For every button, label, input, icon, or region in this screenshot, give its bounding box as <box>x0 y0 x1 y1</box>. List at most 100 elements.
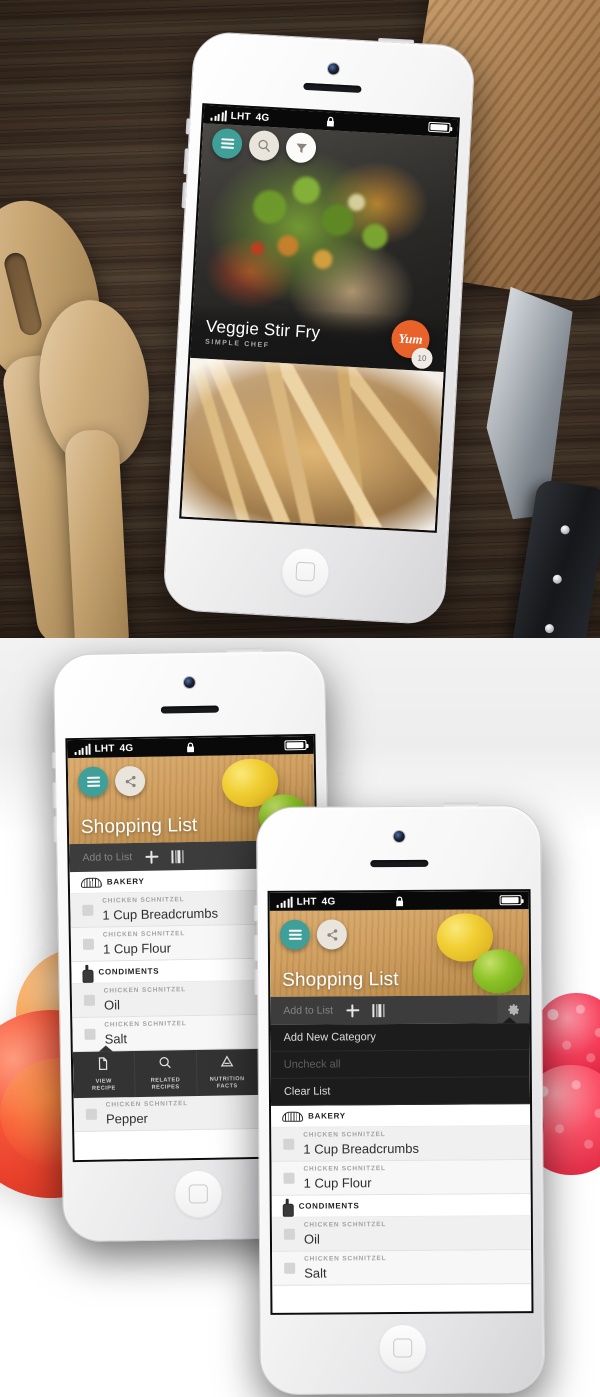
network-label: 4G <box>255 111 270 124</box>
category-label: CONDIMENTS <box>98 966 160 977</box>
item-name: 1 Cup Flour <box>303 1174 372 1191</box>
bottle-icon <box>82 964 91 980</box>
item-name: Pepper <box>105 1110 149 1127</box>
barcode-icon[interactable] <box>371 1003 385 1017</box>
volume-down-button[interactable] <box>254 968 259 996</box>
hamburger-icon <box>86 776 100 788</box>
share-button[interactable] <box>316 919 347 950</box>
item-name: 1 Cup Breadcrumbs <box>303 1140 420 1157</box>
lock-icon <box>326 116 336 127</box>
earpiece-speaker <box>369 859 428 868</box>
category-label: BAKERY <box>106 876 145 887</box>
settings-dropdown-menu: Add New Category Uncheck all Clear List <box>270 1023 531 1106</box>
item-name: Salt <box>304 1265 327 1281</box>
carrier-label: LHT <box>94 742 115 755</box>
mute-switch[interactable] <box>51 752 56 769</box>
item-name: Salt <box>104 1030 128 1047</box>
recipe-toolbar <box>211 127 317 164</box>
menu-item-uncheck-all[interactable]: Uncheck all <box>270 1050 530 1079</box>
add-to-list-input[interactable]: Add to List <box>283 1004 333 1016</box>
recipe-card[interactable] <box>181 357 444 531</box>
item-recipe-label: CHICKEN SCHNITZEL <box>103 986 187 995</box>
action-nutrition-facts[interactable]: NUTRITION FACTS <box>196 1048 259 1096</box>
power-button[interactable] <box>226 647 263 653</box>
list-item[interactable]: CHICKEN SCHNITZEL Salt <box>272 1250 532 1286</box>
action-label-line2: FACTS <box>216 1083 238 1090</box>
funnel-icon <box>296 142 307 153</box>
menu-button[interactable] <box>211 127 243 160</box>
top-hero-scene: LHT 4G Veggie Stir Fry SIMPLE CHEF Yum 1… <box>0 0 600 638</box>
item-checkbox[interactable] <box>82 904 94 916</box>
volume-up-button[interactable] <box>253 934 259 962</box>
battery-icon <box>428 121 451 134</box>
phone-device-recipes: LHT 4G Veggie Stir Fry SIMPLE CHEF Yum 1… <box>162 30 476 626</box>
search-button[interactable] <box>248 129 280 162</box>
item-recipe-label: CHICKEN SCHNITZEL <box>303 1131 386 1139</box>
share-icon <box>125 775 136 787</box>
barcode-icon[interactable] <box>170 849 184 863</box>
network-label: 4G <box>321 895 336 908</box>
item-name: 1 Cup Flour <box>102 940 172 957</box>
filter-button[interactable] <box>285 131 317 164</box>
lock-icon <box>186 741 195 752</box>
list-item[interactable]: CHICKEN SCHNITZEL Oil <box>271 1216 532 1252</box>
action-label-line1: VIEW <box>95 1078 112 1085</box>
recipe-card[interactable]: Veggie Stir Fry SIMPLE CHEF Yum 10 <box>190 123 457 373</box>
volume-up-button[interactable] <box>52 782 57 809</box>
add-to-list-input[interactable]: Add to List <box>82 851 132 864</box>
item-checkbox[interactable] <box>84 1028 96 1040</box>
item-recipe-label: CHICKEN SCHNITZEL <box>102 930 186 939</box>
add-to-list-bar[interactable]: Add to List <box>270 995 530 1025</box>
category-row-bakery[interactable]: BAKERY <box>271 1104 531 1128</box>
plus-icon[interactable] <box>145 850 158 863</box>
earpiece-speaker <box>160 705 219 714</box>
bread-icon <box>81 877 100 887</box>
shopping-list-body: BAKERY CHICKEN SCHNITZEL 1 Cup Breadcrum… <box>271 1104 532 1286</box>
home-button[interactable] <box>378 1323 427 1373</box>
menu-button[interactable] <box>77 766 109 797</box>
plus-icon[interactable] <box>346 1004 359 1017</box>
item-checkbox[interactable] <box>85 1108 98 1120</box>
triangle-icon <box>220 1054 234 1073</box>
page-title: Shopping List <box>282 969 399 991</box>
recipe-photo-overlay <box>181 357 444 531</box>
battery-icon <box>284 740 307 751</box>
item-recipe-label: CHICKEN SCHNITZEL <box>105 1100 189 1109</box>
knife-rivet <box>559 524 571 536</box>
signal-icon <box>210 109 228 122</box>
item-checkbox[interactable] <box>83 994 96 1006</box>
item-name: 1 Cup Breadcrumbs <box>102 905 219 923</box>
menu-item-add-new-category[interactable]: Add New Category <box>270 1023 530 1052</box>
status-bar: LHT 4G <box>269 891 529 911</box>
mute-switch[interactable] <box>253 904 258 922</box>
item-checkbox[interactable] <box>82 938 95 950</box>
item-checkbox[interactable] <box>283 1228 295 1240</box>
volume-down-button[interactable] <box>52 816 58 843</box>
knife-rivet <box>544 623 555 634</box>
list-item[interactable]: CHICKEN SCHNITZEL 1 Cup Flour <box>271 1160 531 1196</box>
power-button[interactable] <box>442 802 479 807</box>
signal-icon <box>74 743 91 755</box>
carrier-label: LHT <box>296 896 317 908</box>
item-name: Oil <box>303 1231 320 1247</box>
action-view-recipe[interactable]: VIEW RECIPE <box>72 1051 136 1099</box>
document-icon <box>96 1056 110 1075</box>
list-item[interactable]: CHICKEN SCHNITZEL 1 Cup Breadcrumbs <box>271 1126 531 1162</box>
item-recipe-label: CHICKEN SCHNITZEL <box>303 1165 386 1173</box>
bottom-showcase-scene: LHT 4G Shopping List Add to List BAKERY … <box>0 638 600 1397</box>
share-button[interactable] <box>114 765 146 797</box>
item-checkbox[interactable] <box>283 1138 295 1150</box>
action-related-recipes[interactable]: RELATED RECIPES <box>134 1049 198 1098</box>
action-label-line1: NUTRITION <box>209 1076 245 1083</box>
front-camera <box>393 830 405 843</box>
search-icon <box>158 1055 172 1074</box>
category-label: CONDIMENTS <box>298 1201 360 1211</box>
phone-screen-recipes: LHT 4G Veggie Stir Fry SIMPLE CHEF Yum 1… <box>181 105 458 531</box>
category-row-condiments[interactable]: CONDIMENTS <box>271 1194 531 1218</box>
item-recipe-label: CHICKEN SCHNITZEL <box>104 1020 187 1029</box>
item-checkbox[interactable] <box>284 1262 296 1274</box>
menu-item-clear-list[interactable]: Clear List <box>270 1077 531 1106</box>
menu-button[interactable] <box>279 919 310 950</box>
item-recipe-label: CHICKEN SCHNITZEL <box>102 896 185 905</box>
item-checkbox[interactable] <box>283 1172 295 1184</box>
